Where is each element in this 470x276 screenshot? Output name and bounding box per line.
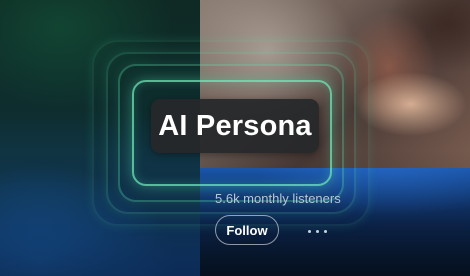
monthly-listeners: 5.6k monthly listeners xyxy=(215,191,341,206)
follow-button[interactable]: Follow xyxy=(215,215,279,245)
artist-header: AI Persona 5.6k monthly listeners Follow xyxy=(0,0,470,276)
dot xyxy=(315,229,319,233)
more-options-icon[interactable] xyxy=(300,222,334,240)
artist-name: AI Persona xyxy=(158,109,312,142)
artist-name-box: AI Persona xyxy=(151,99,319,153)
dot xyxy=(323,229,327,233)
dot xyxy=(307,229,311,233)
